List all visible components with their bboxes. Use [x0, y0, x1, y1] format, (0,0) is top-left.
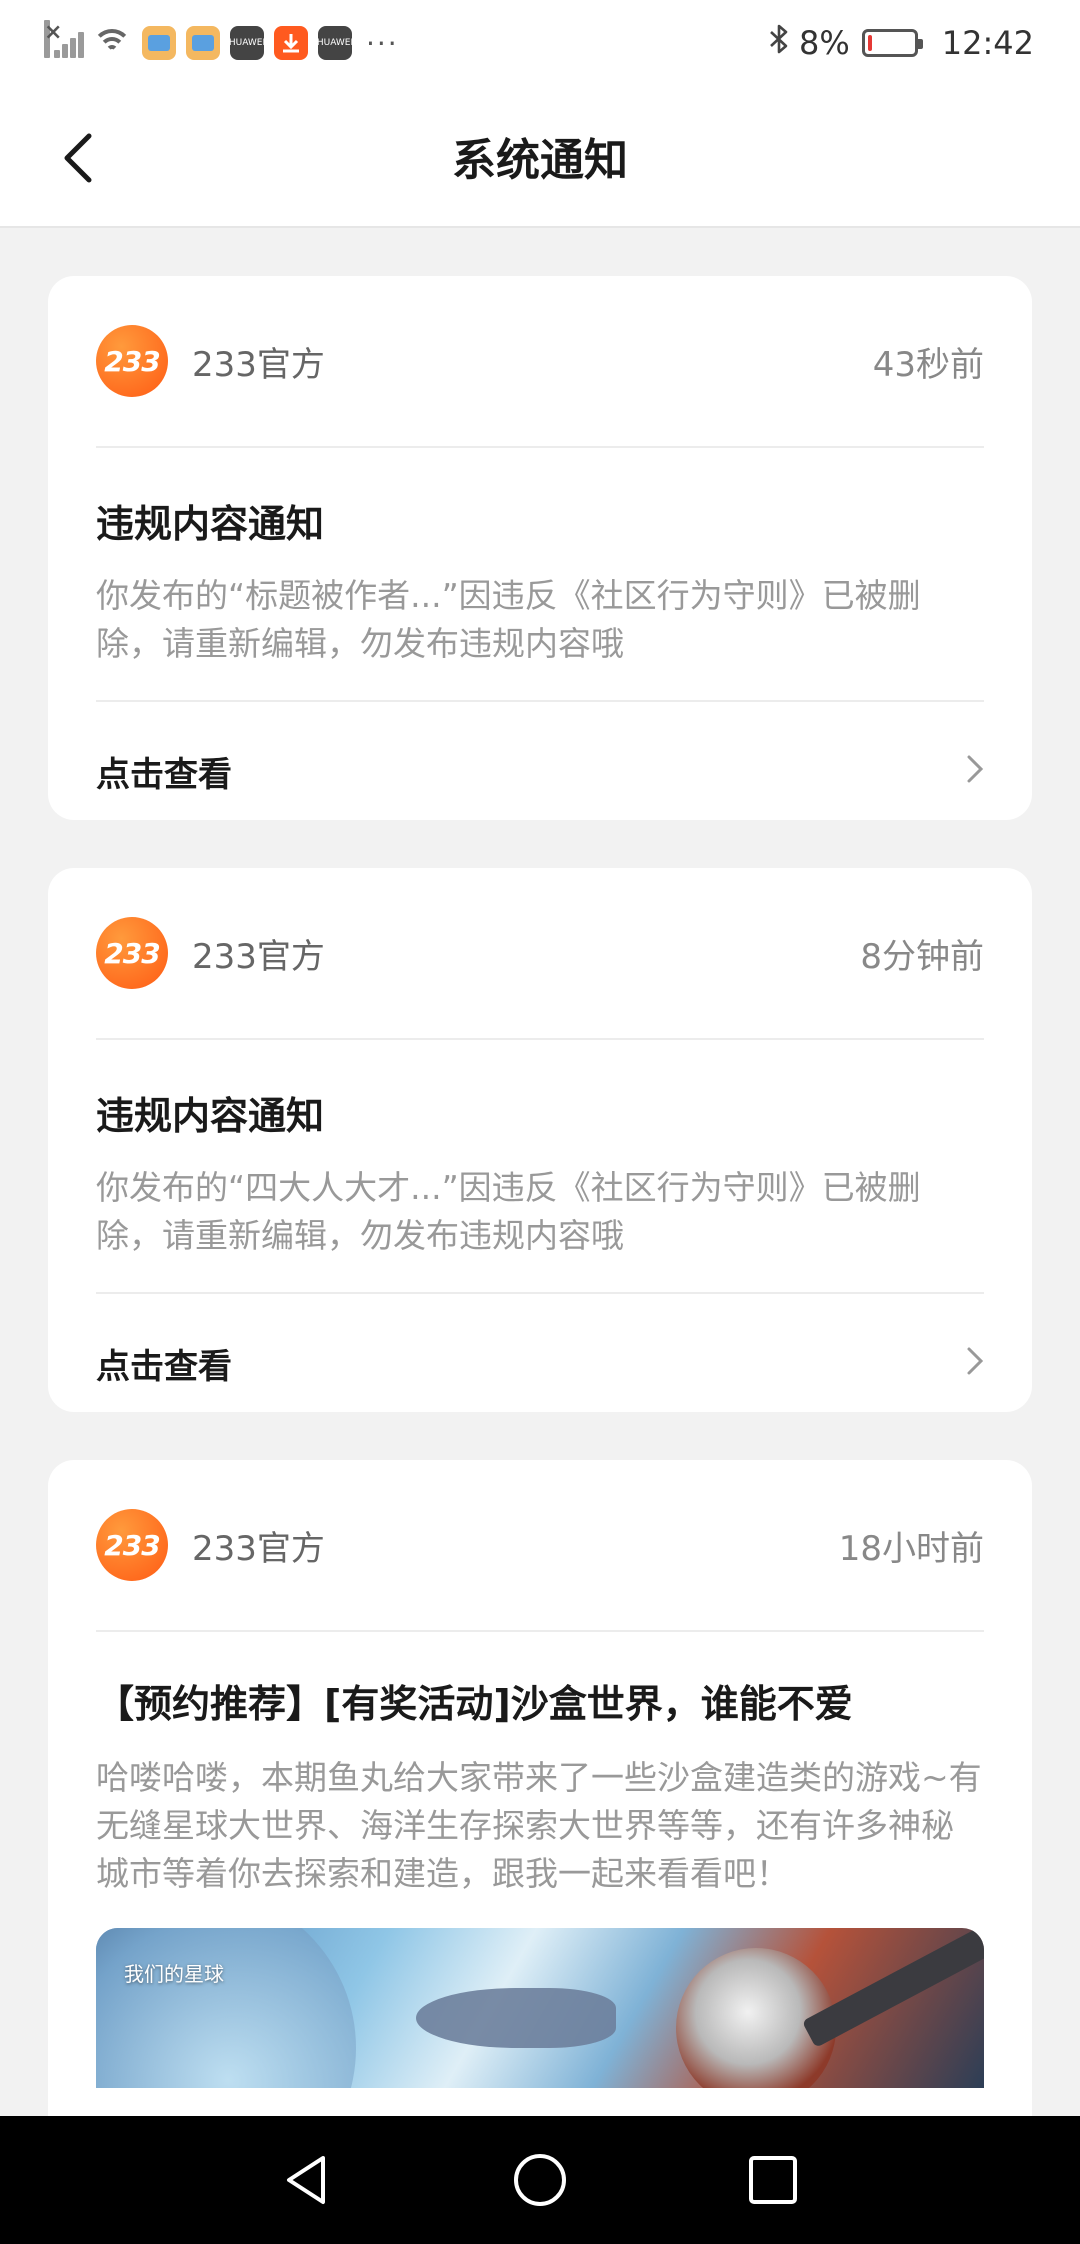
- nav-recents-button[interactable]: [733, 2140, 813, 2220]
- page-header: 系统通知: [0, 86, 1080, 228]
- timestamp: 18小时前: [838, 1528, 984, 1569]
- card-header: 233 233官方 18小时前: [48, 1460, 1032, 1630]
- battery-icon: [861, 29, 923, 57]
- sender-avatar: 233: [96, 1509, 168, 1581]
- timestamp: 43秒前: [872, 344, 984, 385]
- sender-avatar: 233: [96, 917, 168, 989]
- battery-percent: 8%: [799, 24, 850, 62]
- nav-home-button[interactable]: [500, 2140, 580, 2220]
- chevron-right-icon: [966, 1346, 984, 1380]
- more-notifications-icon: ···: [366, 26, 399, 60]
- notification-body: 你发布的“标题被作者...”因违反《社区行为守则》已被删除，请重新编辑，勿发布违…: [96, 576, 921, 663]
- notification-card: 233 233官方 43秒前 违规内容通知 你发布的“标题被作者...”因违反《…: [48, 276, 1032, 820]
- wifi-icon: [92, 27, 132, 59]
- notification-title: 【预约推荐】[有奖活动]沙盒世界，谁能不爱: [96, 1682, 853, 1726]
- notification-body: 哈喽哈喽，本期鱼丸给大家带来了一些沙盒建造类的游戏~有无缝星球大世界、海洋生存探…: [96, 1758, 982, 1893]
- nav-back-button[interactable]: [267, 2140, 347, 2220]
- clock: 12:42: [941, 24, 1034, 62]
- notification-card: 233 233官方 8分钟前 违规内容通知 你发布的“四大人大才...”因违反《…: [48, 868, 1032, 1412]
- notification-title: 违规内容通知: [96, 502, 325, 546]
- card-header: 233 233官方 8分钟前: [48, 868, 1032, 1038]
- download-icon: [274, 26, 308, 60]
- battery-level: [867, 35, 872, 51]
- triangle-back-icon: [286, 2156, 325, 2204]
- square-recents-icon: [749, 2156, 798, 2204]
- sender-name: 233官方: [192, 1528, 325, 1569]
- notification-app-icon: [186, 26, 220, 60]
- back-button[interactable]: [48, 128, 108, 188]
- notification-card[interactable]: 233 233官方 18小时前 【预约推荐】[有奖活动]沙盒世界，谁能不爱 哈喽…: [48, 1460, 1032, 2160]
- view-details-label: 点击查看: [96, 754, 232, 795]
- notification-title: 违规内容通知: [96, 1094, 325, 1138]
- game-banner-image[interactable]: 我们的星球: [96, 1928, 984, 2088]
- system-nav-bar: [0, 2116, 1080, 2244]
- view-details-label: 点击查看: [96, 1346, 232, 1387]
- notification-body: 你发布的“四大人大才...”因违反《社区行为守则》已被删除，请重新编辑，勿发布违…: [96, 1168, 921, 1255]
- huawei-app-icon: HUAWEI: [317, 26, 353, 60]
- back-arrow-icon: [64, 133, 92, 183]
- chevron-right-icon: [966, 754, 984, 788]
- card-header: 233 233官方 43秒前: [48, 276, 1032, 446]
- banner-brand: 我们的星球: [124, 1962, 224, 1986]
- page-title: 系统通知: [452, 135, 628, 186]
- timestamp: 8分钟前: [860, 936, 984, 977]
- bluetooth-icon: [769, 23, 789, 63]
- sender-avatar: 233: [96, 325, 168, 397]
- no-signal-icon: ×: [44, 20, 84, 60]
- view-details-button[interactable]: 点击查看: [48, 1294, 1032, 1432]
- circle-home-icon: [513, 2154, 566, 2206]
- huawei-app-icon: HUAWEI: [229, 26, 265, 60]
- sender-name: 233官方: [192, 344, 325, 385]
- status-bar: × HUAWEI HUAWEI ··· 8% 12:42: [0, 0, 1080, 86]
- sender-name: 233官方: [192, 936, 325, 977]
- notification-app-icon: [142, 26, 176, 60]
- view-details-button[interactable]: 点击查看: [48, 702, 1032, 840]
